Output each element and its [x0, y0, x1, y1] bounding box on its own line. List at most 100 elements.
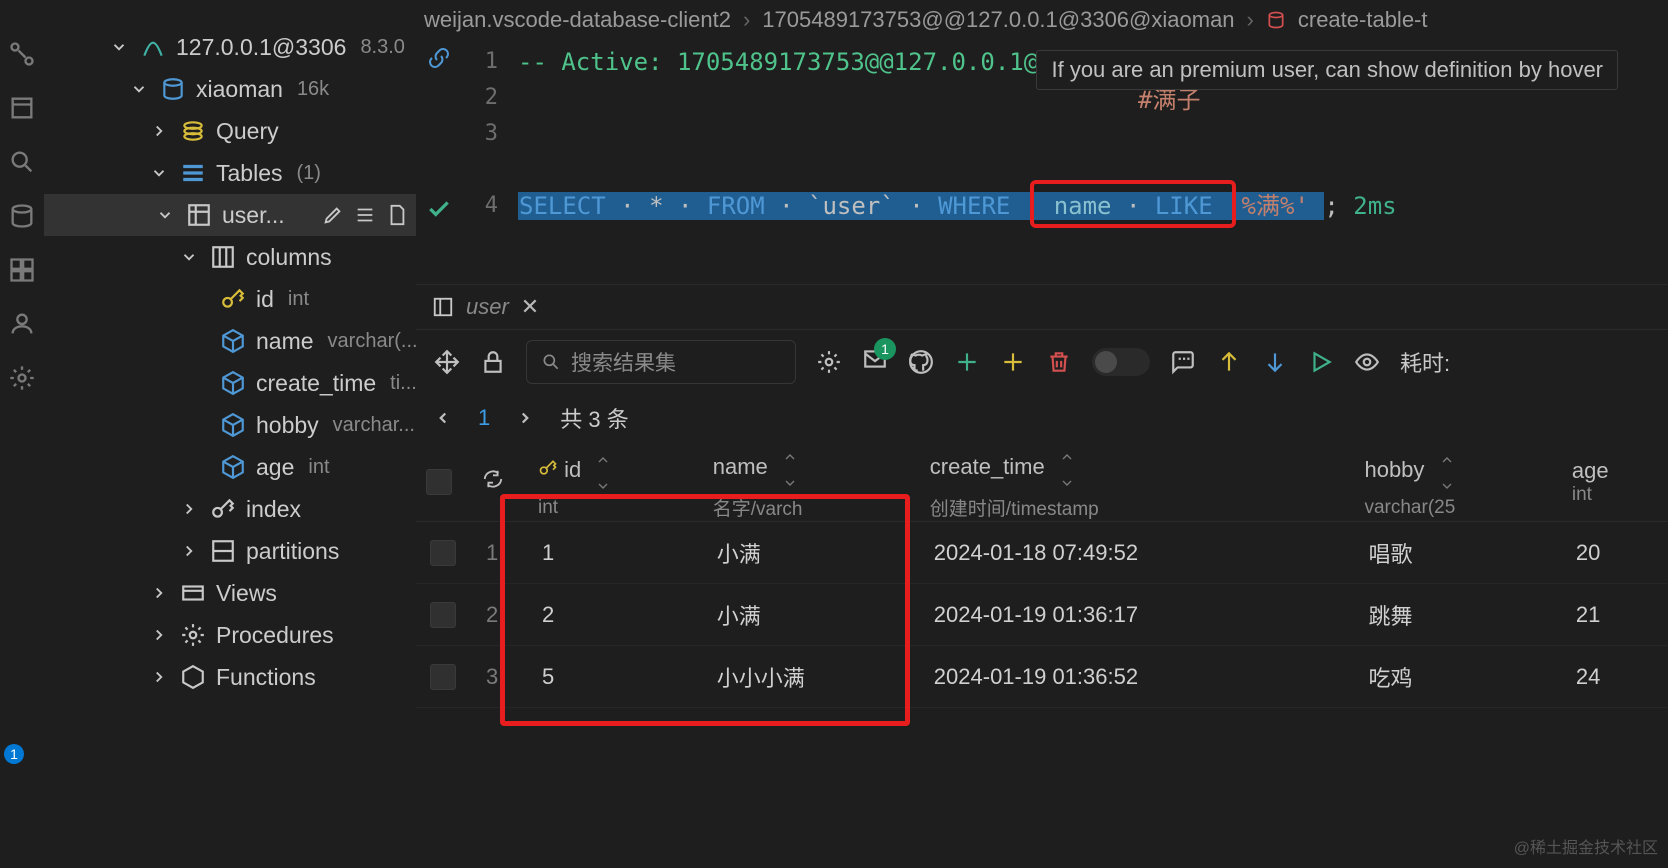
result-tab-user[interactable]: user ✕	[424, 285, 561, 329]
account-icon[interactable]	[8, 310, 36, 338]
columns-label: columns	[246, 244, 332, 271]
cube-icon	[220, 412, 246, 438]
columns-node[interactable]: columns	[44, 236, 416, 278]
eye-icon[interactable]	[1354, 349, 1380, 375]
query-label: Query	[216, 118, 279, 145]
refresh-icon[interactable]	[482, 468, 504, 490]
breadcrumb[interactable]: weijan.vscode-database-client2 › 1705489…	[416, 0, 1668, 40]
toggle-switch[interactable]	[1092, 348, 1150, 376]
select-all-checkbox[interactable]	[426, 469, 452, 495]
tables-node[interactable]: Tables (1)	[44, 152, 416, 194]
result-tab-label: user	[466, 294, 509, 320]
explorer-icon[interactable]	[8, 94, 36, 122]
cell-id[interactable]: 5	[528, 646, 703, 708]
cell-name[interactable]: 小满	[703, 522, 920, 584]
close-icon[interactable]: ✕	[521, 294, 539, 320]
cell-hobby[interactable]: 跳舞	[1354, 584, 1561, 646]
col-header-hobby[interactable]: hobby varchar(25	[1354, 442, 1561, 522]
sort-icon[interactable]	[595, 445, 611, 497]
cell-create-time[interactable]: 2024-01-19 01:36:52	[920, 646, 1355, 708]
connection-version: 8.3.0	[360, 36, 404, 59]
cell-create-time[interactable]: 2024-01-19 01:36:17	[920, 584, 1355, 646]
add-column-icon[interactable]	[1000, 349, 1026, 375]
next-page-icon[interactable]	[516, 409, 534, 427]
column-age[interactable]: age int	[44, 446, 416, 488]
row-checkbox[interactable]	[430, 540, 456, 566]
db-red-icon	[1266, 10, 1286, 30]
connection-node[interactable]: 127.0.0.1@3306 8.3.0	[44, 26, 416, 68]
total-count: 共 3 条	[560, 402, 628, 434]
export-icon[interactable]	[1216, 349, 1242, 375]
delete-icon[interactable]	[1046, 349, 1072, 375]
add-row-icon[interactable]	[954, 349, 980, 375]
mysql-label: MySQL	[1266, 48, 1338, 76]
database-count: 16k	[297, 78, 329, 101]
col-header-id[interactable]: id int	[528, 442, 703, 522]
sort-icon[interactable]	[1059, 442, 1075, 494]
partitions-node[interactable]: partitions	[44, 530, 416, 572]
lines-icon[interactable]	[354, 204, 376, 226]
gear-icon[interactable]	[816, 349, 842, 375]
code-editor[interactable]: 1234 -- Active: 1705489173753@@127.0.0.1…	[416, 40, 1668, 284]
settings-gear-icon[interactable]	[8, 364, 36, 392]
row-checkbox[interactable]	[430, 602, 456, 628]
column-name[interactable]: name varchar(...	[44, 320, 416, 362]
cell-age[interactable]: 24	[1562, 646, 1668, 708]
database-tree: 127.0.0.1@3306 8.3.0 xiaoman 16k Query T…	[44, 0, 416, 868]
cell-age[interactable]: 20	[1562, 522, 1668, 584]
cell-id[interactable]: 1	[528, 522, 703, 584]
cell-id[interactable]: 2	[528, 584, 703, 646]
github-icon[interactable]	[908, 349, 934, 375]
prev-page-icon[interactable]	[434, 409, 452, 427]
col-header-age[interactable]: age int	[1562, 442, 1668, 522]
cell-age[interactable]: 21	[1562, 584, 1668, 646]
column-create-time[interactable]: create_time ti...	[44, 362, 416, 404]
search-icon[interactable]	[8, 148, 36, 176]
update-badge: 1	[4, 744, 24, 764]
table-row[interactable]: 2 2 小满 2024-01-19 01:36:17 跳舞 21	[416, 584, 1668, 646]
sort-icon[interactable]	[1439, 445, 1455, 497]
col-name: name	[256, 328, 314, 355]
col-header-name[interactable]: name 名字/varch	[703, 442, 920, 522]
import-icon[interactable]	[1262, 349, 1288, 375]
comment-icon[interactable]	[1170, 349, 1196, 375]
col-type: int	[308, 456, 329, 479]
search-input[interactable]: 搜索结果集	[526, 340, 796, 384]
mail-icon[interactable]: 1	[862, 346, 888, 378]
edit-icon[interactable]	[322, 204, 344, 226]
database-icon[interactable]	[8, 202, 36, 230]
user-table-node[interactable]: user...	[44, 194, 416, 236]
line-numbers: 1234	[462, 40, 498, 284]
column-hobby[interactable]: hobby varchar...	[44, 404, 416, 446]
cell-hobby[interactable]: 吃鸡	[1354, 646, 1561, 708]
cell-create-time[interactable]: 2024-01-18 07:49:52	[920, 522, 1355, 584]
table-row[interactable]: 3 5 小小小满 2024-01-19 01:36:52 吃鸡 24	[416, 646, 1668, 708]
database-node[interactable]: xiaoman 16k	[44, 68, 416, 110]
cell-name[interactable]: 小小小满	[703, 646, 920, 708]
page-icon[interactable]	[386, 204, 408, 226]
side-comments: #小满 #满子	[1138, 46, 1200, 118]
activity-bar: 1	[0, 0, 44, 868]
lock-icon[interactable]	[480, 349, 506, 375]
database-label: xiaoman	[196, 76, 283, 103]
col-name: id	[256, 286, 274, 313]
cell-name[interactable]: 小满	[703, 584, 920, 646]
sort-icon[interactable]	[782, 442, 798, 494]
index-node[interactable]: index	[44, 488, 416, 530]
connections-icon[interactable]	[8, 40, 36, 68]
col-type: ti...	[390, 372, 416, 395]
query-node[interactable]: Query	[44, 110, 416, 152]
user-table-label: user...	[222, 202, 285, 229]
move-icon[interactable]	[434, 349, 460, 375]
views-node[interactable]: Views	[44, 572, 416, 614]
functions-node[interactable]: Functions	[44, 656, 416, 698]
procedures-node[interactable]: Procedures	[44, 614, 416, 656]
cell-hobby[interactable]: 唱歌	[1354, 522, 1561, 584]
link-icon[interactable]	[427, 46, 451, 76]
extensions-icon[interactable]	[8, 256, 36, 284]
col-header-create-time[interactable]: create_time 创建时间/timestamp	[920, 442, 1355, 522]
column-id[interactable]: id int	[44, 278, 416, 320]
table-row[interactable]: 1 1 小满 2024-01-18 07:49:52 唱歌 20	[416, 522, 1668, 584]
row-checkbox[interactable]	[430, 664, 456, 690]
run-icon[interactable]	[1308, 349, 1334, 375]
